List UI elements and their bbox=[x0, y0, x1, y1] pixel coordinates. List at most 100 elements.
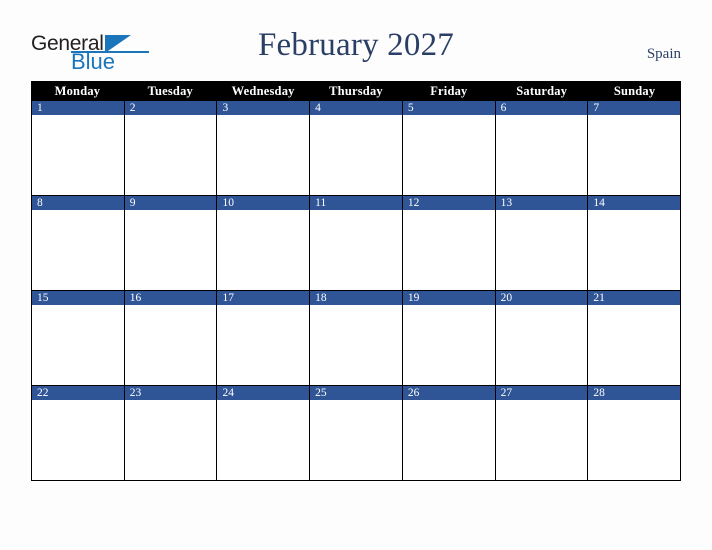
day-events-area[interactable] bbox=[310, 115, 402, 195]
day-events-area[interactable] bbox=[402, 115, 495, 195]
day-number: 8 bbox=[37, 197, 43, 209]
day-number: 1 bbox=[37, 102, 43, 114]
day-events-area[interactable] bbox=[32, 400, 124, 480]
day-number: 21 bbox=[593, 292, 605, 304]
day-cell[interactable]: 18 bbox=[310, 291, 403, 386]
calendar-grid: Monday Tuesday Wednesday Thursday Friday… bbox=[31, 81, 682, 481]
weekday-thursday: Thursday bbox=[329, 84, 383, 98]
day-cell[interactable]: 7 bbox=[588, 101, 682, 196]
day-cell[interactable]: 23 bbox=[124, 386, 218, 481]
day-cell[interactable]: 19 bbox=[402, 291, 496, 386]
week-row: 22 23 24 25 26 27 28 bbox=[31, 386, 682, 481]
day-events-area[interactable] bbox=[124, 305, 217, 385]
day-cell[interactable]: 14 bbox=[588, 196, 682, 291]
day-events-area[interactable] bbox=[495, 210, 588, 290]
day-cell[interactable]: 15 bbox=[31, 291, 125, 386]
day-number-band: 21 bbox=[588, 291, 681, 305]
day-events-area[interactable] bbox=[124, 115, 217, 195]
day-cell[interactable]: 12 bbox=[402, 196, 496, 291]
day-number: 11 bbox=[315, 197, 327, 209]
day-events-area[interactable] bbox=[310, 400, 402, 480]
day-events-area[interactable] bbox=[495, 115, 588, 195]
day-events-area[interactable] bbox=[124, 400, 217, 480]
day-number: 3 bbox=[222, 102, 229, 114]
day-cell[interactable]: 22 bbox=[31, 386, 125, 481]
day-number: 10 bbox=[222, 197, 234, 209]
day-cell[interactable]: 3 bbox=[217, 101, 311, 196]
day-number: 23 bbox=[129, 387, 142, 399]
day-cell[interactable]: 11 bbox=[310, 196, 403, 291]
day-number-band: 2 bbox=[124, 101, 217, 115]
day-cell[interactable]: 24 bbox=[217, 386, 311, 481]
day-number-band: 15 bbox=[32, 291, 124, 305]
day-number-band: 1 bbox=[32, 101, 124, 115]
day-cell[interactable]: 16 bbox=[124, 291, 218, 386]
day-number-band: 25 bbox=[310, 386, 402, 400]
weekday-wednesday: Wednesday bbox=[231, 84, 295, 98]
day-number-band: 26 bbox=[402, 386, 495, 400]
week-row: 8 9 10 11 12 13 14 bbox=[31, 196, 682, 291]
day-number: 18 bbox=[315, 292, 327, 304]
weekday-header-row: Monday Tuesday Wednesday Thursday Friday… bbox=[31, 81, 681, 101]
day-events-area[interactable] bbox=[588, 115, 681, 195]
weekday-saturday: Saturday bbox=[516, 84, 568, 98]
day-number: 20 bbox=[500, 292, 513, 304]
day-events-area[interactable] bbox=[588, 305, 681, 385]
day-cell[interactable]: 4 bbox=[310, 101, 403, 196]
day-number-band: 18 bbox=[310, 291, 402, 305]
day-events-area[interactable] bbox=[495, 400, 588, 480]
week-row: 15 16 17 18 19 20 21 bbox=[31, 291, 682, 386]
day-number-band: 17 bbox=[217, 291, 310, 305]
day-number-band: 10 bbox=[217, 196, 310, 210]
day-events-area[interactable] bbox=[402, 305, 495, 385]
day-events-area[interactable] bbox=[217, 210, 310, 290]
day-cell[interactable]: 8 bbox=[31, 196, 125, 291]
day-cell[interactable]: 27 bbox=[495, 386, 589, 481]
day-number-band: 23 bbox=[124, 386, 217, 400]
day-cell[interactable]: 5 bbox=[402, 101, 496, 196]
day-number: 26 bbox=[407, 387, 420, 399]
day-events-area[interactable] bbox=[217, 115, 310, 195]
day-cell[interactable]: 2 bbox=[124, 101, 218, 196]
day-cell[interactable]: 6 bbox=[495, 101, 589, 196]
day-events-area[interactable] bbox=[32, 210, 124, 290]
day-number: 15 bbox=[37, 292, 49, 304]
day-number: 19 bbox=[407, 292, 420, 304]
day-events-area[interactable] bbox=[402, 210, 495, 290]
day-number-band: 7 bbox=[588, 101, 681, 115]
day-number: 27 bbox=[500, 387, 513, 399]
day-number-band: 8 bbox=[32, 196, 124, 210]
page-header: General Blue February 2027 Spain bbox=[0, 0, 712, 81]
day-events-area[interactable] bbox=[124, 210, 217, 290]
day-number: 17 bbox=[222, 292, 234, 304]
day-cell[interactable]: 20 bbox=[495, 291, 589, 386]
day-cell[interactable]: 28 bbox=[588, 386, 682, 481]
day-events-area[interactable] bbox=[588, 210, 681, 290]
calendar-page: General Blue February 2027 Spain Monday … bbox=[0, 0, 712, 550]
day-events-area[interactable] bbox=[217, 400, 310, 480]
day-cell[interactable]: 10 bbox=[217, 196, 311, 291]
day-cell[interactable]: 25 bbox=[310, 386, 403, 481]
day-events-area[interactable] bbox=[217, 305, 310, 385]
day-events-area[interactable] bbox=[310, 210, 402, 290]
day-number: 28 bbox=[593, 387, 605, 399]
day-cell[interactable]: 17 bbox=[217, 291, 311, 386]
country-label: Spain bbox=[646, 46, 681, 62]
day-cell[interactable]: 9 bbox=[124, 196, 218, 291]
day-number-band: 9 bbox=[124, 196, 217, 210]
day-cell[interactable]: 21 bbox=[588, 291, 682, 386]
day-cell[interactable]: 13 bbox=[495, 196, 589, 291]
page-title: February 2027 bbox=[258, 27, 454, 63]
day-cell[interactable]: 1 bbox=[31, 101, 125, 196]
day-number: 13 bbox=[500, 197, 513, 209]
day-events-area[interactable] bbox=[32, 305, 124, 385]
weekday-tuesday: Tuesday bbox=[147, 84, 193, 98]
day-events-area[interactable] bbox=[588, 400, 681, 480]
day-events-area[interactable] bbox=[310, 305, 402, 385]
day-number: 22 bbox=[37, 387, 49, 399]
day-events-area[interactable] bbox=[32, 115, 124, 195]
day-number-band: 12 bbox=[402, 196, 495, 210]
day-events-area[interactable] bbox=[495, 305, 588, 385]
day-cell[interactable]: 26 bbox=[402, 386, 496, 481]
day-events-area[interactable] bbox=[402, 400, 495, 480]
